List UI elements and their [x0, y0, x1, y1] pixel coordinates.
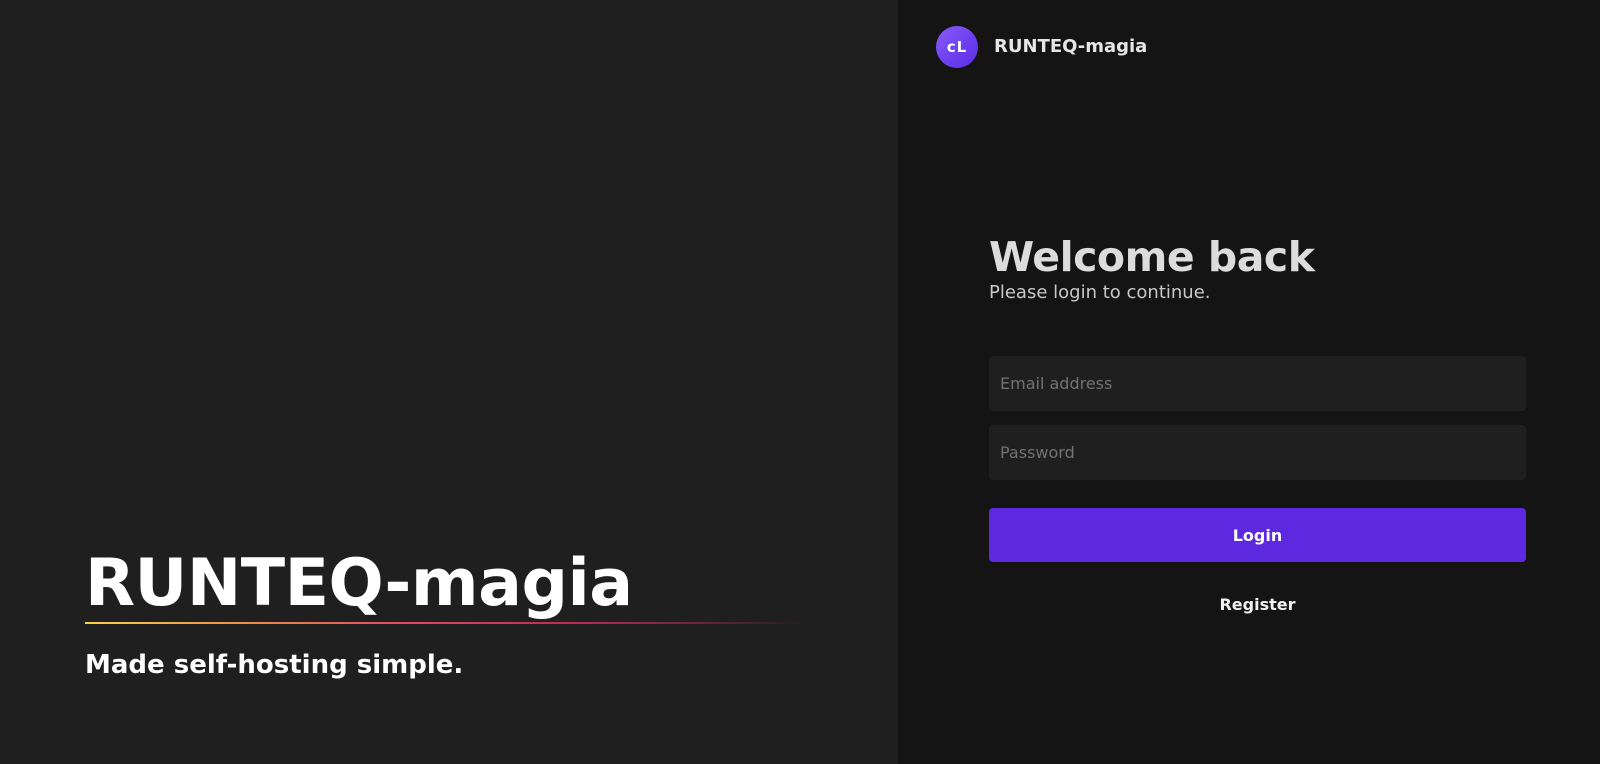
brand-header: cL RUNTEQ-magia [936, 26, 1147, 68]
register-link[interactable]: Register [989, 595, 1526, 615]
email-field[interactable] [989, 356, 1526, 411]
hero-panel: RUNTEQ-magia Made self-hosting simple. [0, 0, 898, 764]
login-page: RUNTEQ-magia Made self-hosting simple. c… [0, 0, 1600, 764]
welcome-title: Welcome back [989, 233, 1315, 281]
hero-title: RUNTEQ-magia [85, 546, 633, 621]
password-field[interactable] [989, 425, 1526, 480]
brand-name: RUNTEQ-magia [994, 36, 1148, 57]
login-button[interactable]: Login [989, 508, 1526, 562]
hero-tagline: Made self-hosting simple. [85, 650, 464, 680]
hero: RUNTEQ-magia Made self-hosting simple. [85, 548, 845, 682]
login-form: Welcome back Please login to continue. L… [989, 232, 1526, 615]
login-panel: cL RUNTEQ-magia Welcome back Please logi… [898, 0, 1600, 764]
brand-avatar: cL [936, 26, 978, 68]
welcome-subtitle: Please login to continue. [989, 282, 1211, 303]
hero-gradient-underline [85, 622, 805, 624]
